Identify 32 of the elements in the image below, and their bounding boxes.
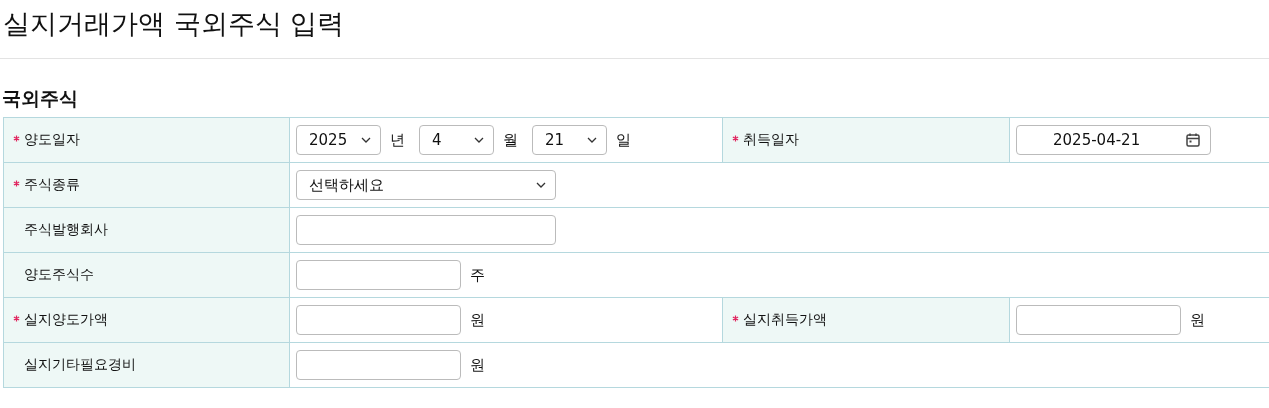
unit-label: 원: [470, 310, 485, 330]
input-field[interactable]: [296, 215, 556, 245]
dropdown[interactable]: 4: [419, 125, 494, 155]
chevron-down-icon: [361, 137, 371, 143]
calendar-icon: [1185, 132, 1201, 148]
field-label: 양도주식수: [24, 266, 94, 282]
section-title: 국외주식: [2, 86, 78, 111]
dropdown[interactable]: 21: [532, 125, 607, 155]
dropdown[interactable]: 2025: [296, 125, 381, 155]
field-label: 주식발행회사: [24, 221, 108, 237]
field-label: 주식종류: [24, 176, 80, 192]
chevron-down-icon: [474, 137, 484, 143]
unit-label: 월: [503, 130, 518, 150]
input-field[interactable]: [296, 350, 461, 380]
unit-label: 주: [470, 265, 485, 285]
input-field[interactable]: [1016, 305, 1181, 335]
unit-label: 년: [390, 130, 405, 150]
field-label: 실지취득가액: [743, 311, 827, 327]
chevron-down-icon: [587, 137, 597, 143]
input-field[interactable]: [296, 305, 461, 335]
field-label: 실지양도가액: [24, 311, 108, 327]
unit-label: 일: [616, 130, 631, 150]
unit-label: 원: [1190, 310, 1205, 330]
page-title: 실지거래가액 국외주식 입력: [2, 7, 346, 41]
input-field[interactable]: [296, 260, 461, 290]
date-field[interactable]: 2025-04-21: [1016, 125, 1211, 155]
unit-label: 원: [470, 355, 485, 375]
dropdown[interactable]: 선택하세요: [296, 170, 556, 200]
field-label: 실지기타필요경비: [24, 356, 136, 372]
field-label: 취득일자: [743, 131, 799, 147]
chevron-down-icon: [536, 182, 546, 188]
field-label: 양도일자: [24, 131, 80, 147]
